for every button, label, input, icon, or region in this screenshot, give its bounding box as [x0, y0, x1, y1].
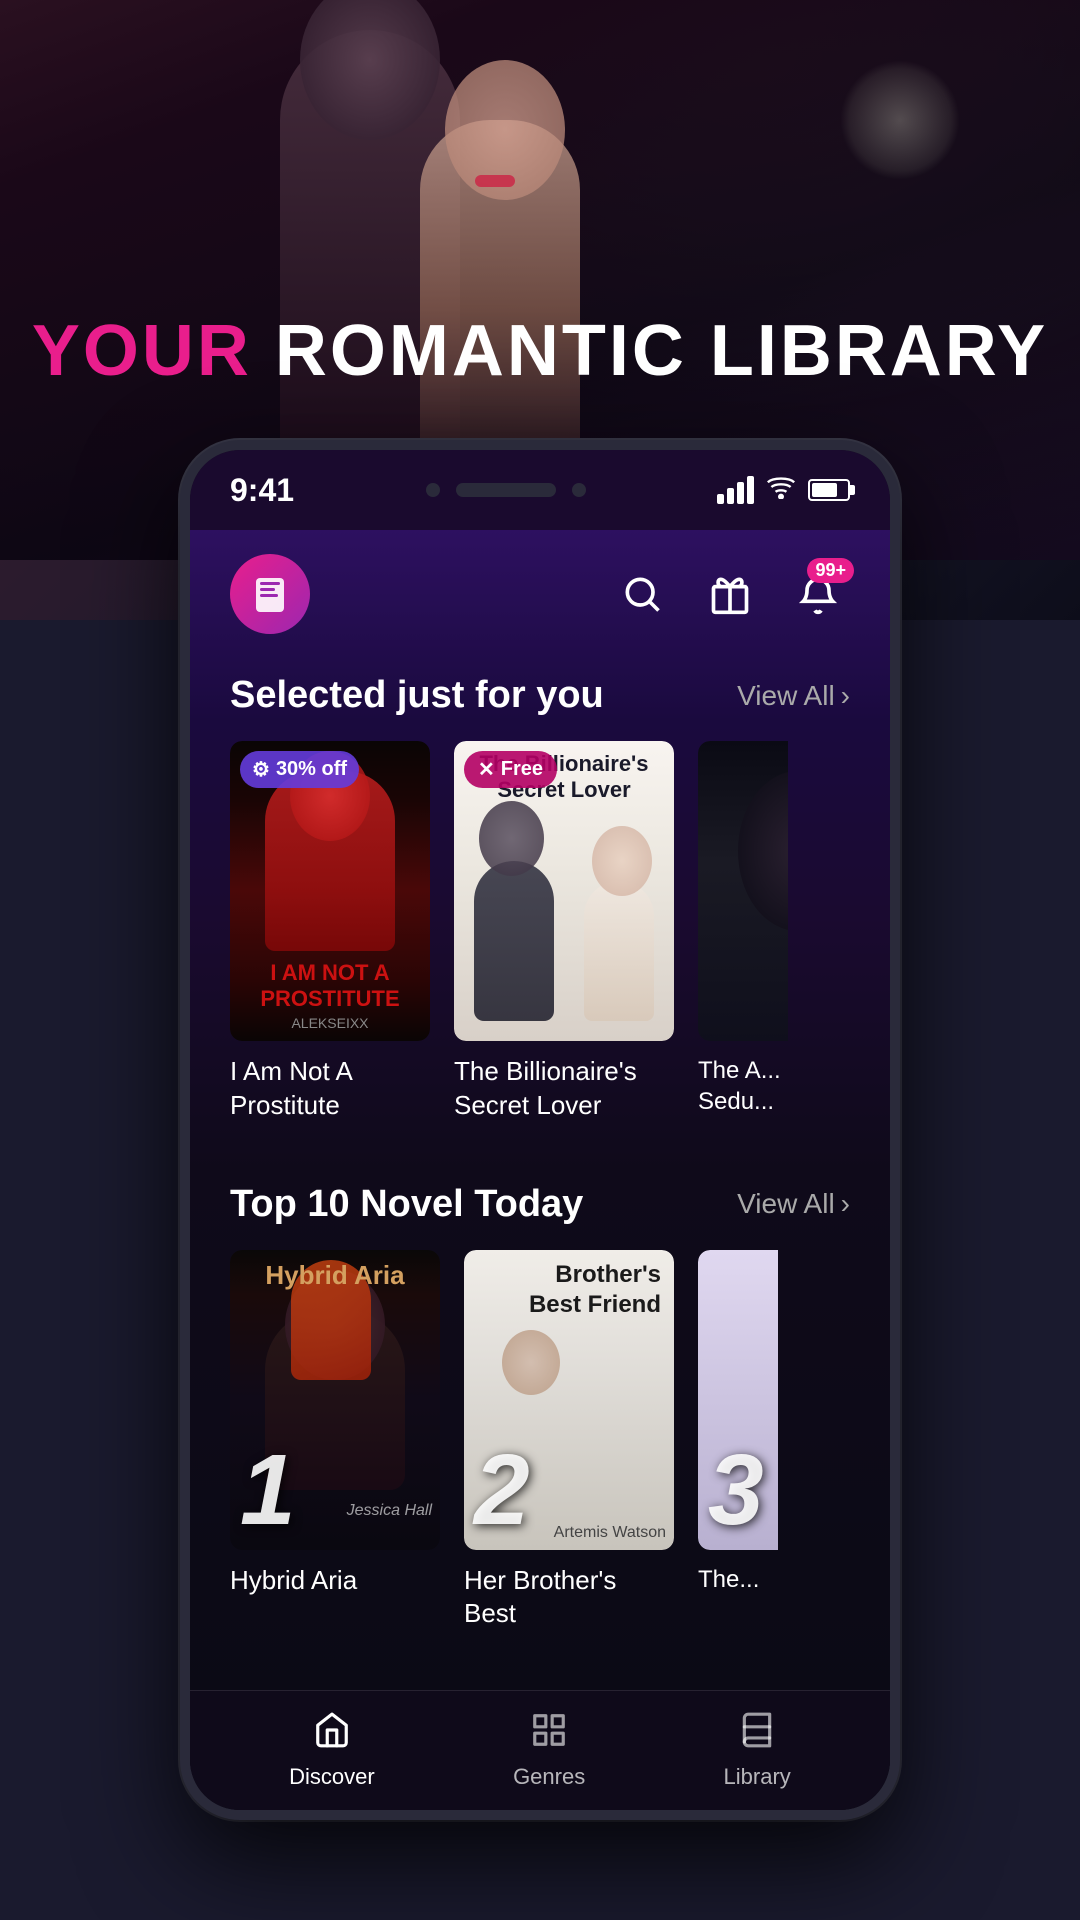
spacer-1: [190, 1133, 890, 1163]
home-icon: [313, 1711, 351, 1758]
book-badge-free: ✕ Free: [464, 751, 557, 788]
hero-title-rest: ROMANTIC LIBRARY: [252, 311, 1048, 391]
view-all-for-you[interactable]: View All ›: [737, 680, 850, 712]
bottom-navigation: Discover Genres Library: [190, 1690, 890, 1810]
notch-center: [426, 483, 586, 497]
notification-button[interactable]: 99+: [786, 562, 850, 626]
header-icons: 99+: [610, 562, 850, 626]
notification-badge: 99+: [807, 558, 854, 583]
book-card-brothers-best[interactable]: Brother'sBest Friend Artemis Watson 2 He…: [464, 1250, 674, 1632]
rank-number-3: 3: [708, 1440, 764, 1540]
battery-icon: [808, 479, 850, 501]
phone-mockup: 9:41: [180, 440, 900, 1820]
book-title-prostitute: I Am Not A Prostitute: [230, 1055, 430, 1123]
hero-title-your: YOUR: [32, 311, 252, 391]
moon-decoration: [840, 60, 960, 180]
section-top10: Top 10 Novel Today View All ›: [190, 1163, 890, 1642]
book-cover-billionaire: The Billionaire'sSecret Lover ✕ Free: [454, 741, 674, 1041]
nav-genres[interactable]: Genres: [513, 1711, 585, 1790]
section-top10-title: Top 10 Novel Today: [230, 1183, 583, 1226]
wifi-icon: [766, 475, 796, 506]
notch-camera: [426, 483, 440, 497]
book-title-third: The A... Sedu...: [698, 1055, 788, 1117]
book-title-hybrid-aria: Hybrid Aria: [230, 1564, 440, 1598]
gift-button[interactable]: [698, 562, 762, 626]
books-for-you-row: I AM NOT APROSTITUTE ALEKSEIXX ⚙ 30% off…: [230, 741, 850, 1123]
section-for-you-header: Selected just for you View All ›: [230, 674, 850, 717]
view-all-top10[interactable]: View All ›: [737, 1188, 850, 1220]
book-title-third-top: The...: [698, 1564, 778, 1595]
grid-icon: [530, 1711, 568, 1758]
app-header: 99+: [190, 530, 890, 654]
status-bar: 9:41: [190, 450, 890, 530]
book-cover-brothers-best: Brother'sBest Friend Artemis Watson 2: [464, 1250, 674, 1550]
book-card-third-partial[interactable]: The A... Sedu...: [698, 741, 788, 1123]
nav-genres-label: Genres: [513, 1764, 585, 1790]
rank-number-1: 1: [240, 1440, 296, 1540]
view-all-top10-chevron: ›: [841, 1188, 850, 1220]
notch-speaker: [456, 483, 556, 497]
book-cover-prostitute: I AM NOT APROSTITUTE ALEKSEIXX ⚙ 30% off: [230, 741, 430, 1041]
rank-number-2: 2: [474, 1440, 530, 1540]
nav-discover-label: Discover: [289, 1764, 375, 1790]
section-top10-header: Top 10 Novel Today View All ›: [230, 1183, 850, 1226]
book-badge-discount: ⚙ 30% off: [240, 751, 359, 788]
notch-sensor: [572, 483, 586, 497]
book-title-brothers-best: Her Brother's Best: [464, 1564, 674, 1632]
hero-title: YOUR ROMANTIC LIBRARY: [0, 310, 1080, 392]
search-button[interactable]: [610, 562, 674, 626]
book-card-hybrid-aria[interactable]: Hybrid Aria Jessica Hall 1 Hybrid Aria: [230, 1250, 440, 1632]
status-time: 9:41: [230, 472, 294, 509]
status-icons: [717, 475, 850, 506]
section-for-you-title: Selected just for you: [230, 674, 604, 717]
signal-icon: [717, 476, 754, 504]
book-card-third-top-partial[interactable]: 3 The...: [698, 1250, 778, 1632]
book-cover-third-top: 3: [698, 1250, 778, 1550]
view-all-chevron: ›: [841, 680, 850, 712]
nav-library[interactable]: Library: [724, 1711, 791, 1790]
nav-library-label: Library: [724, 1764, 791, 1790]
book-icon: [738, 1711, 776, 1758]
nav-discover[interactable]: Discover: [289, 1711, 375, 1790]
section-for-you: Selected just for you View All › I AM NO…: [190, 654, 890, 1133]
book-card-prostitute[interactable]: I AM NOT APROSTITUTE ALEKSEIXX ⚙ 30% off…: [230, 741, 430, 1123]
book-cover-hybrid-aria: Hybrid Aria Jessica Hall 1: [230, 1250, 440, 1550]
app-logo[interactable]: [230, 554, 310, 634]
book-card-billionaire[interactable]: The Billionaire'sSecret Lover ✕ Free: [454, 741, 674, 1123]
book-cover-third: [698, 741, 788, 1041]
top10-books-row: Hybrid Aria Jessica Hall 1 Hybrid Aria: [230, 1250, 850, 1632]
phone-content[interactable]: 99+ Selected just for you View All ›: [190, 530, 890, 1810]
book-title-billionaire: The Billionaire's Secret Lover: [454, 1055, 674, 1123]
